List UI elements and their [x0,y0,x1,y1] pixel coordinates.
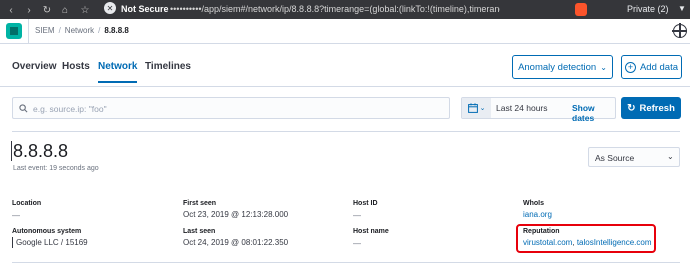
anomaly-detection-label: Anomaly detection [518,61,597,73]
first-seen-label: First seen [183,200,217,207]
chevron-down-icon: ⌄ [479,105,486,112]
last-seen-label: Last seen [183,228,216,235]
url-text[interactable]: ••••••••••/app/siem#/network/ip/8.8.8.8?… [170,4,500,14]
chevron-down-icon: ⌄ [667,152,674,161]
asn-label: Autonomous system [12,228,82,235]
tab-hosts[interactable]: Hosts [62,61,90,72]
close-icon[interactable]: ✕ [104,2,116,14]
app-header: SIEM / Network / 8.8.8.8 [0,19,690,44]
last-seen-value: Oct 24, 2019 @ 08:01:22.350 [183,238,289,247]
flow-target-select[interactable]: As Source ⌄ [588,147,680,167]
whois-link[interactable]: iana.org [523,210,552,219]
search-bar [12,97,450,119]
flow-target-value: As Source [595,153,635,163]
calendar-icon [467,103,478,113]
kibana-logo-icon[interactable] [6,23,22,39]
tab-network[interactable]: Network [98,61,138,83]
brave-shield-icon[interactable] [575,3,587,16]
breadcrumb: SIEM / Network / 8.8.8.8 [35,26,129,35]
whois-label: WhoIs [523,200,544,207]
security-indicator[interactable]: Not Secure [121,4,169,14]
refresh-icon: ↻ [627,102,636,114]
reload-icon[interactable]: ↻ [40,3,54,17]
tab-overview[interactable]: Overview [12,61,56,72]
chevron-down-icon: ⌄ [600,62,607,72]
private-window-label[interactable]: Private (2) [627,4,669,14]
breadcrumb-current: 8.8.8.8 [104,26,129,35]
host-id-label: Host ID [353,200,378,207]
asn-marker [12,237,13,248]
breadcrumb-separator: / [98,26,101,35]
siem-nav: Overview Hosts Network Timelines Anomaly… [0,44,690,87]
browser-address-bar: ‹ › ↻ ⌂ ☆ ✕ Not Secure ••••••••••/app/si… [0,0,690,19]
host-id-value: — [353,211,361,220]
help-menu-icon[interactable] [672,23,687,38]
host-name-label: Host name [353,228,389,235]
location-value: — [12,211,20,220]
refresh-label: Refresh [639,102,675,114]
host-name-value: — [353,239,361,248]
show-dates-link[interactable]: Show dates [572,103,615,123]
asn-value: Google LLC / 15169 [16,238,88,247]
search-input[interactable] [33,102,433,115]
date-picker: ⌄ Last 24 hours Show dates [461,97,616,123]
breadcrumb-network[interactable]: Network [65,26,94,35]
reputation-highlight-box [516,224,656,253]
breadcrumb-separator: / [58,26,61,35]
page-title: 8.8.8.8 [10,141,69,161]
last-event-text: Last event: 19 seconds ago [13,165,99,172]
section-divider [12,262,680,263]
location-label: Location [12,200,42,207]
home-icon[interactable]: ⌂ [58,3,72,17]
chevron-down-icon[interactable]: ▼ [678,4,686,13]
header-divider [28,19,29,44]
add-data-label: Add data [639,61,679,73]
date-range-text[interactable]: Last 24 hours [496,103,548,113]
first-seen-value: Oct 23, 2019 @ 12:13:28.000 [183,210,289,219]
quick-select-button[interactable]: ⌄ [462,98,491,118]
anomaly-detection-button[interactable]: Anomaly detection ⌄ [512,55,613,79]
tab-timelines[interactable]: Timelines [145,61,191,72]
breadcrumb-siem[interactable]: SIEM [35,26,55,35]
plus-circle-icon: + [624,61,636,73]
back-arrow-icon[interactable]: ‹ [4,3,18,17]
forward-arrow-icon[interactable]: › [22,3,36,17]
section-divider [12,131,680,132]
refresh-button[interactable]: ↻ Refresh [621,97,681,119]
bookmark-icon[interactable]: ☆ [78,3,92,17]
add-data-button[interactable]: + Add data [621,55,682,79]
search-icon [19,104,28,113]
